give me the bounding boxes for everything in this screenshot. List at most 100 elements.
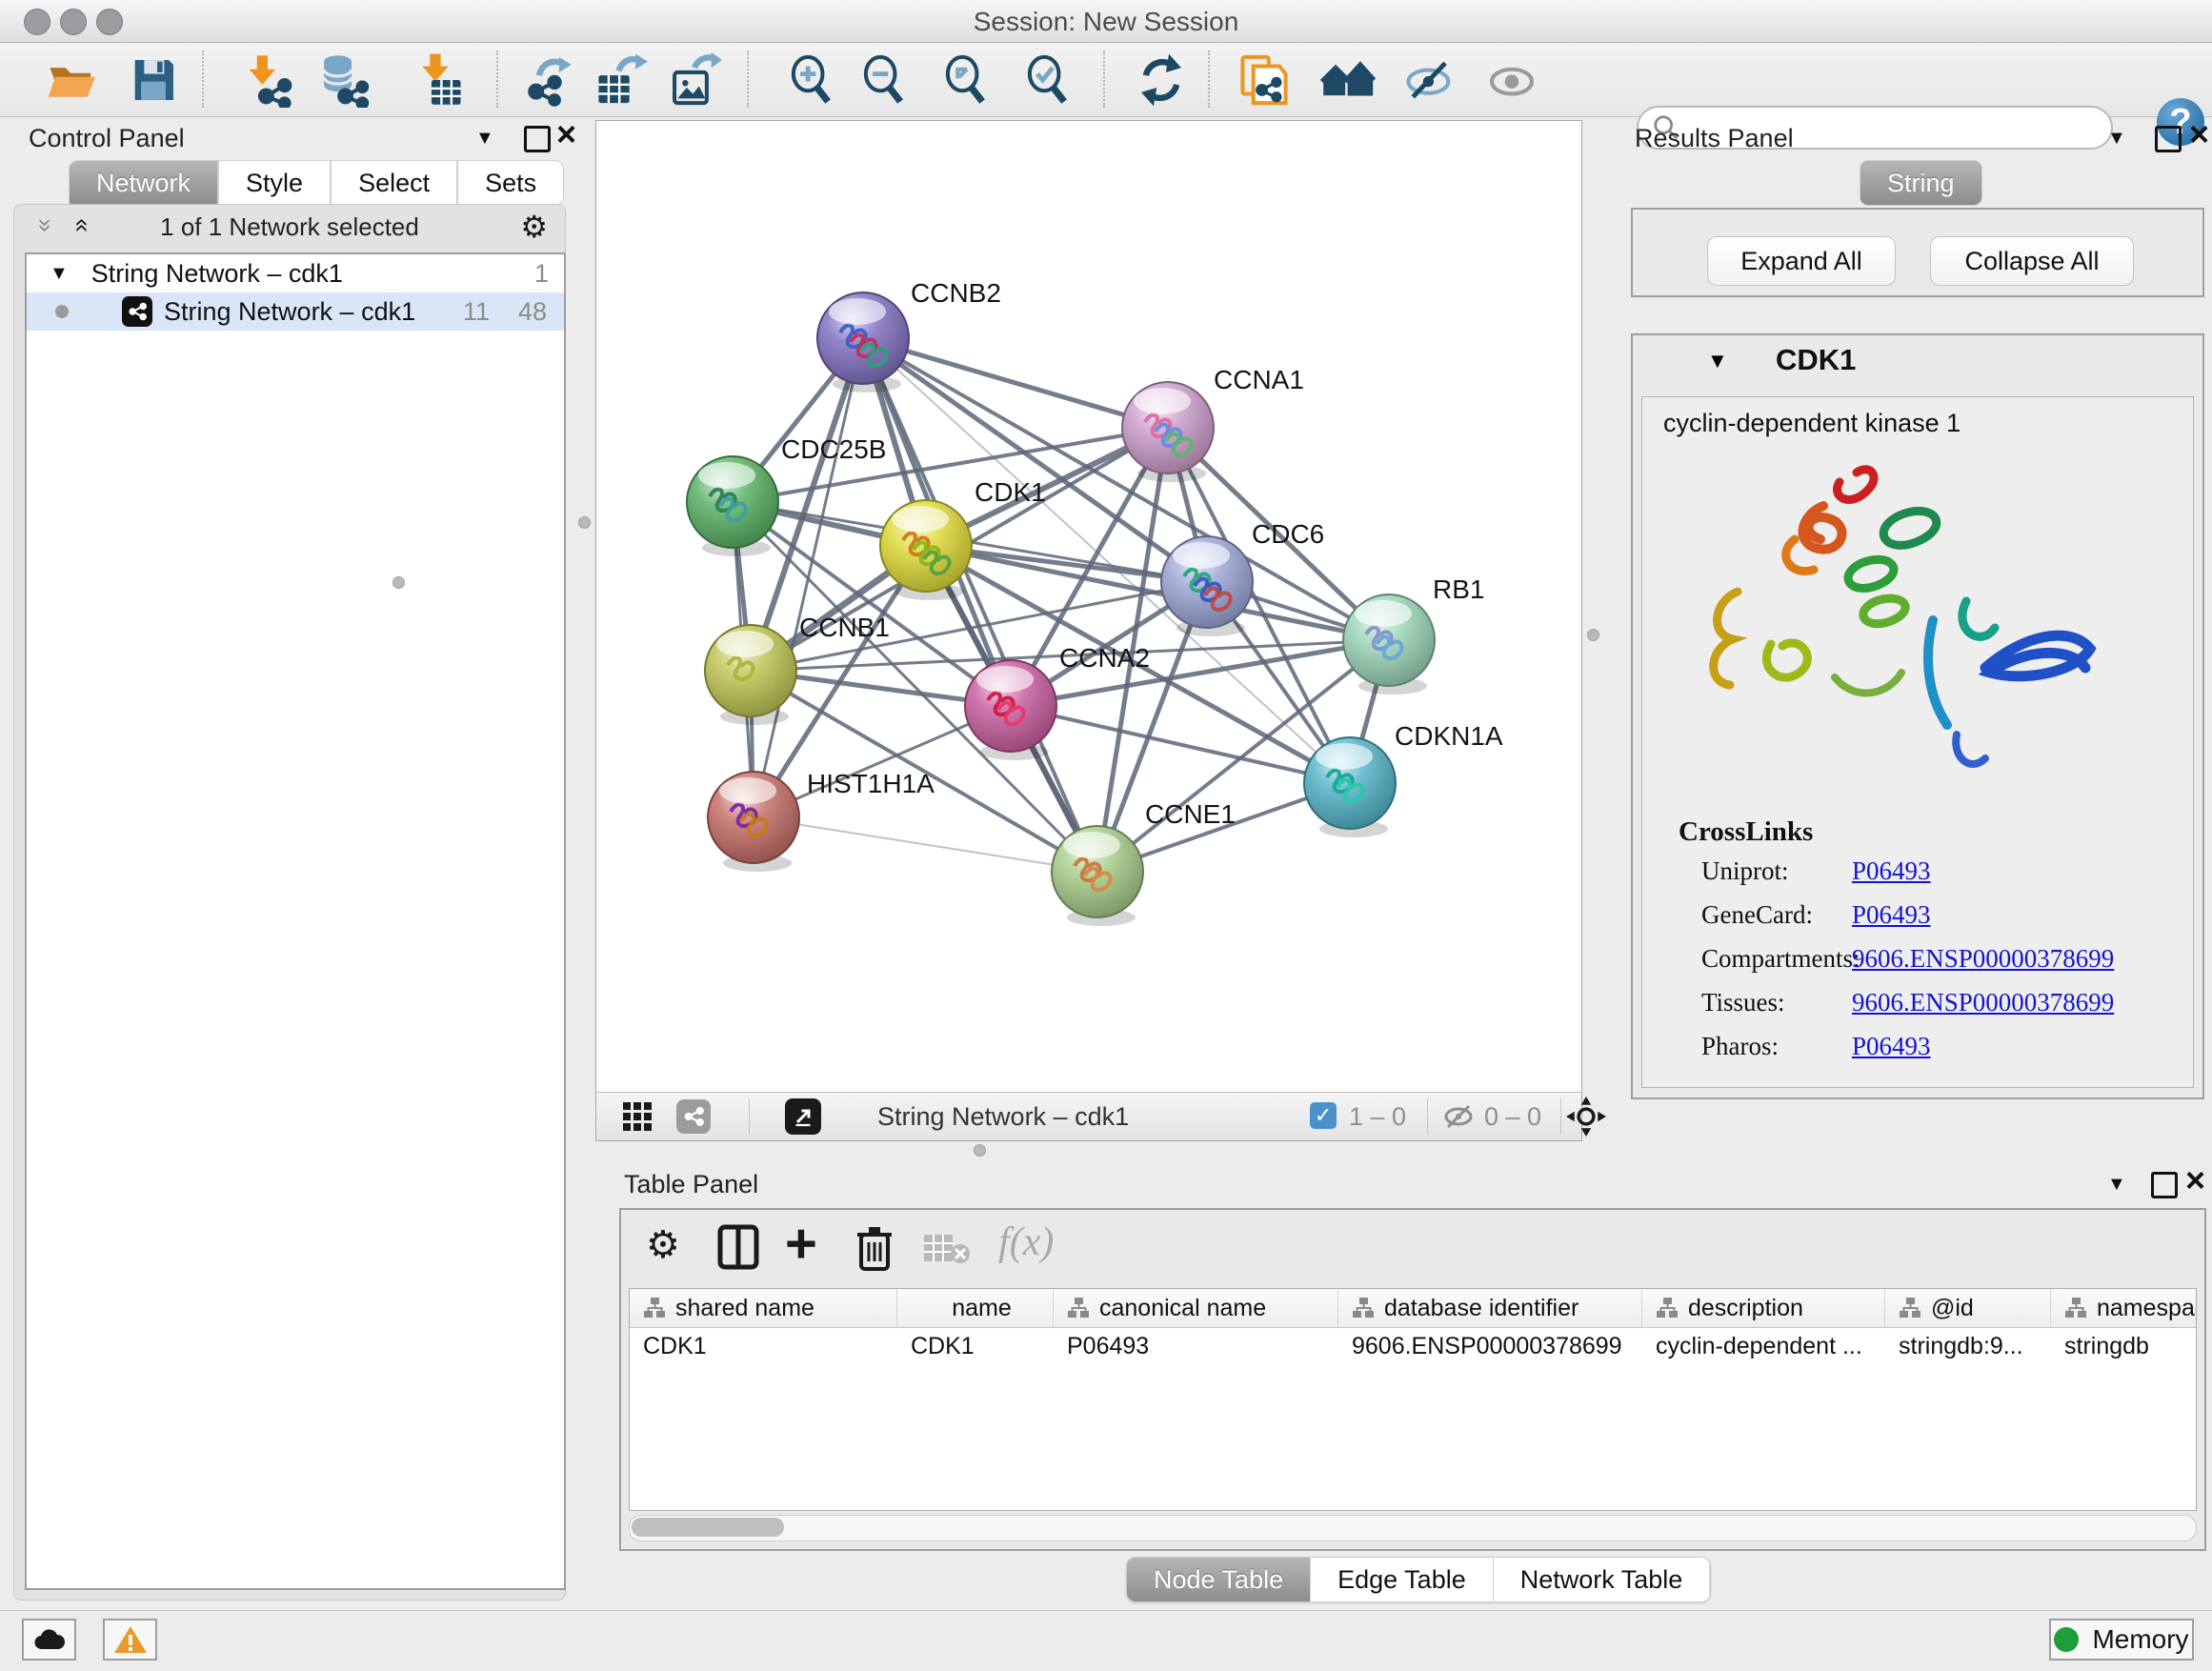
protein-description: cyclin-dependent kinase 1 xyxy=(1663,409,1961,438)
panel-close-icon[interactable]: × xyxy=(2189,124,2209,145)
tab-string[interactable]: String xyxy=(1860,160,1982,206)
column-header-database-identifier[interactable]: database identifier xyxy=(1338,1289,1642,1327)
table-cell[interactable]: CDK1 xyxy=(897,1328,1054,1364)
table-cell[interactable]: CDK1 xyxy=(630,1328,897,1364)
panel-float-icon[interactable] xyxy=(524,126,551,152)
crosslink-link[interactable]: 9606.ENSP00000378699 xyxy=(1852,988,2114,1017)
table-cell[interactable]: 9606.ENSP00000378699 xyxy=(1338,1328,1642,1364)
table-cell[interactable]: P06493 xyxy=(1054,1328,1338,1364)
table-cell[interactable]: stringdb xyxy=(2051,1328,2197,1364)
network-node-ccne1[interactable]: CCNE1 xyxy=(1052,799,1236,926)
splitter-handle[interactable] xyxy=(1587,629,1599,641)
panel-menu-icon[interactable]: ▼ xyxy=(2107,128,2126,150)
delete-column-trash-icon[interactable] xyxy=(854,1223,895,1273)
open-in-window-icon[interactable] xyxy=(785,1098,821,1135)
expand-all-button[interactable]: Expand All xyxy=(1707,236,1896,286)
warnings-button[interactable] xyxy=(103,1619,157,1661)
panel-close-icon[interactable]: × xyxy=(2185,1170,2205,1191)
node-label: HIST1H1A xyxy=(807,769,935,798)
crosslink-link[interactable]: P06493 xyxy=(1852,900,1931,930)
show-all-networks-icon[interactable] xyxy=(1320,52,1376,108)
panel-float-icon[interactable] xyxy=(2151,1172,2178,1198)
crosslink-link[interactable]: P06493 xyxy=(1852,856,1931,886)
grid-view-icon[interactable] xyxy=(622,1101,653,1132)
import-network-from-database-icon[interactable] xyxy=(316,52,372,108)
network-options-gear-icon[interactable]: ⚙ xyxy=(520,209,548,245)
panel-close-icon[interactable]: × xyxy=(556,124,576,145)
tab-network-table[interactable]: Network Table xyxy=(1494,1558,1711,1601)
delete-table-icon[interactable] xyxy=(922,1231,972,1265)
tree-collapse-icon[interactable]: ▼ xyxy=(50,263,69,285)
apply-function-icon[interactable]: f(x) xyxy=(998,1219,1054,1265)
string-view-icon[interactable] xyxy=(676,1099,711,1134)
zoom-selected-icon[interactable] xyxy=(1021,52,1076,108)
network-node-ccnb2[interactable]: CCNB2 xyxy=(817,278,1001,393)
network-node-cdkn1a[interactable]: CDKN1A xyxy=(1304,721,1503,837)
export-table-icon[interactable] xyxy=(593,52,648,108)
save-session-icon[interactable] xyxy=(126,52,181,108)
network-node-hist1h1a[interactable]: HIST1H1A xyxy=(708,769,935,872)
crosslink-label: Compartments: xyxy=(1701,944,1860,974)
column-header-namespace[interactable]: namespace xyxy=(2051,1289,2197,1327)
network-node-cdc6[interactable]: CDC6 xyxy=(1161,519,1324,636)
splitter-handle[interactable] xyxy=(392,576,405,589)
scrollbar-thumb[interactable] xyxy=(632,1518,784,1537)
table-row[interactable]: CDK1CDK1P064939606.ENSP00000378699cyclin… xyxy=(630,1328,2196,1364)
crosslink-link[interactable]: P06493 xyxy=(1852,1032,1931,1061)
import-network-from-file-icon[interactable] xyxy=(240,52,295,108)
table-cell[interactable]: cyclin-dependent ... xyxy=(1642,1328,1885,1364)
show-selected-icon[interactable] xyxy=(1484,52,1539,108)
network-node-ccna1[interactable]: CCNA1 xyxy=(1122,365,1304,482)
network-tree-root-row[interactable]: ▼ String Network – cdk1 1 xyxy=(27,254,564,292)
panel-menu-icon[interactable]: ▼ xyxy=(2107,1174,2126,1196)
table-settings-gear-icon[interactable]: ⚙ xyxy=(646,1223,680,1267)
hide-selected-icon[interactable] xyxy=(1402,52,1458,108)
panel-menu-icon[interactable]: ▼ xyxy=(475,128,494,150)
tab-sets[interactable]: Sets xyxy=(457,160,564,206)
selected-indicator-checkbox[interactable]: ✓ xyxy=(1310,1102,1337,1129)
table-horizontal-scrollbar[interactable] xyxy=(629,1515,2197,1541)
network-edge[interactable] xyxy=(1011,706,1350,783)
protein-collapse-icon[interactable]: ▼ xyxy=(1707,349,1728,373)
zoom-out-icon[interactable] xyxy=(857,52,913,108)
zoom-fit-icon[interactable] xyxy=(939,52,995,108)
strip-separator xyxy=(1560,1098,1561,1135)
crosslink-label: Tissues: xyxy=(1701,988,1785,1017)
cloud-services-button[interactable] xyxy=(22,1619,76,1661)
network-edge[interactable] xyxy=(863,338,1168,428)
network-canvas-svg[interactable]: CCNB2CCNA1CDC25BCDK1CDC6RB1CCNB1CCNA2CDK… xyxy=(596,121,1581,1093)
zoom-in-icon[interactable] xyxy=(785,52,840,108)
import-table-from-file-icon[interactable] xyxy=(412,52,467,108)
column-header--id[interactable]: @id xyxy=(1885,1289,2051,1327)
column-header-shared-name[interactable]: shared name xyxy=(630,1289,897,1327)
panel-float-icon[interactable] xyxy=(2155,126,2182,152)
refresh-icon[interactable] xyxy=(1134,52,1189,108)
export-image-icon[interactable] xyxy=(667,52,722,108)
open-session-icon[interactable] xyxy=(44,52,99,108)
network-node-cdc25b[interactable]: CDC25B xyxy=(687,434,886,556)
tab-edge-table[interactable]: Edge Table xyxy=(1311,1558,1494,1601)
network-node-rb1[interactable]: RB1 xyxy=(1343,574,1484,695)
column-visibility-icon[interactable] xyxy=(716,1223,760,1271)
splitter-handle[interactable] xyxy=(578,516,591,529)
tab-select[interactable]: Select xyxy=(331,160,457,206)
table-cell[interactable]: stringdb:9... xyxy=(1885,1328,2051,1364)
collapse-all-button[interactable]: Collapse All xyxy=(1930,236,2134,286)
birds-eye-view-icon[interactable] xyxy=(1566,1097,1606,1137)
column-header-name[interactable]: name xyxy=(897,1289,1054,1327)
hidden-eye-slash-icon[interactable] xyxy=(1442,1102,1475,1131)
memory-button[interactable]: Memory xyxy=(2049,1619,2194,1661)
add-column-icon[interactable]: + xyxy=(785,1223,817,1265)
copy-share-network-icon[interactable] xyxy=(1237,52,1292,108)
network-tree-child-row[interactable]: String Network – cdk1 11 48 xyxy=(27,292,564,331)
column-header-description[interactable]: description xyxy=(1642,1289,1885,1327)
crosslink-link[interactable]: 9606.ENSP00000378699 xyxy=(1852,944,2114,974)
splitter-handle[interactable] xyxy=(974,1144,986,1157)
export-network-icon[interactable] xyxy=(519,52,574,108)
column-header-canonical-name[interactable]: canonical name xyxy=(1054,1289,1338,1327)
tab-style[interactable]: Style xyxy=(218,160,331,206)
network-edge[interactable] xyxy=(754,817,1097,872)
tab-network[interactable]: Network xyxy=(69,160,218,206)
string-network-icon xyxy=(122,296,152,327)
tab-node-table[interactable]: Node Table xyxy=(1127,1558,1311,1601)
